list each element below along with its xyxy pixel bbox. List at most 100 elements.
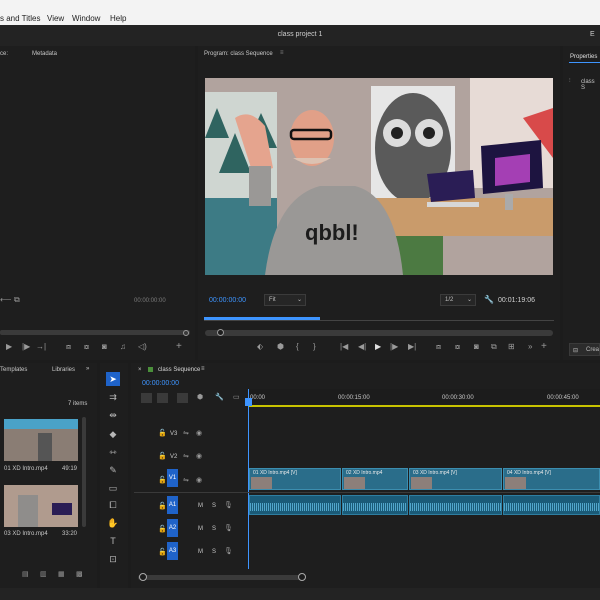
new-item-icon[interactable]: ▦ [58,571,65,578]
overwrite-button-icon[interactable]: ⧇ [84,343,89,351]
program-monitor-title[interactable]: Program: class Sequence [204,51,273,57]
program-scrollbar[interactable] [205,330,553,336]
source-scrubber[interactable] [0,330,190,335]
track-toggle-a3[interactable]: A3 [167,542,178,560]
scrollbar-handle-right[interactable] [298,573,306,581]
transform-icon[interactable]: ⧠ [106,498,120,512]
eye-icon[interactable]: ◉ [196,453,202,460]
mic-icon[interactable]: 🎙 [224,502,233,509]
rectangle-icon[interactable]: ▭ [106,481,120,495]
audio-clip[interactable] [409,495,502,515]
hand-icon[interactable]: ✋ [106,516,120,530]
mute-icon[interactable]: M [198,549,203,555]
track-toggle-a2[interactable]: A2 [167,519,178,537]
razor-icon[interactable]: ◆ [106,427,120,441]
camera-icon[interactable]: ◙ [474,343,479,351]
more-icon[interactable]: » [528,343,532,351]
lock-icon[interactable]: 🔓 [158,549,167,556]
mark-out-icon[interactable]: } [313,343,316,351]
track-select-icon[interactable]: ⇉ [106,390,120,404]
step-forward-icon[interactable]: |▶ [390,343,398,351]
libraries-tab[interactable]: Libraries [52,367,75,373]
timeline-clip[interactable]: 02 XD Intro.mp4 [342,468,408,490]
mic-icon[interactable]: 🎙 [224,548,233,555]
lock-icon[interactable]: 🔓 [158,453,167,460]
sync-icon[interactable]: ⇋ [183,477,189,484]
zoom-dropdown[interactable]: Fit ⌄ [264,294,306,306]
lift-icon[interactable]: ⧈ [436,343,441,351]
list-view-icon[interactable]: ▤ [22,571,29,578]
ripple-edit-icon[interactable]: ⇹ [106,408,120,422]
scrollbar-handle-left[interactable] [139,573,147,581]
create-button[interactable]: ⊟ Crea [569,343,600,356]
audio-icon[interactable]: ♫ [120,343,126,351]
eye-icon[interactable]: ◉ [196,477,202,484]
trash-icon[interactable]: ▩ [76,571,83,578]
go-to-out-icon[interactable]: →| [36,343,46,351]
audio-clip[interactable] [249,495,341,515]
add-button-icon[interactable]: + [176,342,182,352]
lock-icon[interactable]: 🔓 [158,526,167,533]
camera-icon[interactable]: ◙ [102,343,107,351]
work-area-bar[interactable] [248,405,600,407]
new-bin-icon[interactable]: ▥ [40,571,47,578]
type-icon[interactable]: T [106,534,120,548]
wrench-icon[interactable]: 🔧 [215,394,224,401]
snap-icon[interactable] [157,393,168,403]
timeline-clip[interactable]: 04 XD Intro.mp4 [V] [503,468,600,490]
marker-icon[interactable]: ⬢ [197,394,203,401]
play-icon[interactable]: ▶ [375,343,381,351]
audio-clip[interactable] [342,495,408,515]
lock-icon[interactable]: 🔓 [158,430,167,437]
panel-menu-icon[interactable]: ≡ [280,50,284,56]
solo-icon[interactable]: S [212,503,216,509]
step-back-icon[interactable]: ◀| [358,343,366,351]
menu-item-help[interactable]: Help [110,14,126,23]
mute-icon[interactable]: M [198,526,203,532]
track-toggle-a1[interactable]: A1 [167,496,178,514]
mark-in-icon[interactable]: { [296,343,299,351]
nest-icon[interactable] [141,393,152,403]
linked-selection-icon[interactable] [177,393,188,403]
compare-icon[interactable]: ⧉ [491,343,497,351]
step-forward-icon[interactable]: |▶ [22,343,30,351]
solo-icon[interactable]: S [212,549,216,555]
add-marker-icon[interactable]: ⬢ [277,343,284,351]
program-current-time[interactable]: 00:00:00:00 [209,297,246,304]
templates-tab[interactable]: Templates [0,367,27,373]
insert-button-icon[interactable]: ⧈ [66,343,71,351]
timeline-clip[interactable]: 03 XD Intro.mp4 [V] [409,468,502,490]
panel-menu-icon[interactable]: ≡ [201,366,205,372]
more-icon[interactable]: » [86,366,89,372]
audio-clip[interactable] [503,495,600,515]
resolution-dropdown[interactable]: 1/2 ⌄ [440,294,476,306]
go-to-out-icon[interactable]: ▶| [408,343,416,351]
menu-item-graphics-titles[interactable]: s and Titles [0,14,40,23]
mic-icon[interactable]: 🎙 [224,525,233,532]
workspace-label[interactable]: E [590,31,595,38]
track-toggle-v1[interactable]: V1 [167,469,178,487]
playhead-handle[interactable] [245,398,252,406]
marker-icon[interactable]: ⬖ [257,343,263,351]
metadata-tab[interactable]: Metadata [32,51,57,57]
timeline-scrollbar[interactable] [138,575,306,580]
menu-item-view[interactable]: View [47,14,64,23]
vr-icon[interactable]: ⊞ [508,343,515,351]
close-icon[interactable]: × [138,367,142,373]
add-button-icon[interactable]: + [541,342,547,352]
sync-icon[interactable]: ⇋ [183,430,189,437]
insert-icon[interactable]: ⟵ [0,296,11,304]
selection-tool-icon[interactable]: ➤ [106,372,120,386]
solo-icon[interactable]: S [212,526,216,532]
menu-item-window[interactable]: Window [72,14,100,23]
sync-icon[interactable]: ⇋ [183,453,189,460]
clip-thumbnail-1[interactable] [4,419,78,461]
timeline-timecode[interactable]: 00:00:00:00 [142,380,179,387]
lock-icon[interactable]: 🔓 [158,503,167,510]
volume-icon[interactable]: ◁) [138,343,147,351]
timeline-clip[interactable]: 01 XD Intro.mp4 [V] [249,468,341,490]
clip-thumbnail-2[interactable] [4,485,78,527]
pen-icon[interactable]: ✎ [106,463,120,477]
program-playhead-handle[interactable] [217,329,224,336]
properties-tab[interactable]: Properties [570,54,597,60]
